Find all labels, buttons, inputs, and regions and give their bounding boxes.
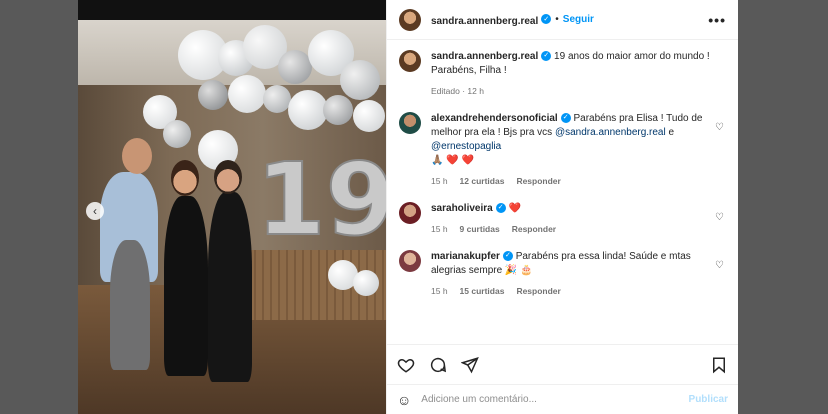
follow-button[interactable]: Seguir <box>563 14 594 25</box>
mention-link[interactable]: @ernestopaglia <box>431 141 501 152</box>
comment-item: marianakupfer ✓ Parabéns pra essa linda! … <box>399 250 726 298</box>
post-sidebar: sandra.annenberg.real ✓ • Seguir ••• sand… <box>386 0 738 414</box>
verified-icon: ✓ <box>541 51 552 62</box>
comment-username[interactable]: alexandrehendersonoficial <box>431 113 558 124</box>
verified-icon: ✓ <box>560 113 571 124</box>
post-header: sandra.annenberg.real ✓ • Seguir ••• <box>387 0 738 40</box>
balloon-number: 19 <box>255 141 386 258</box>
comments-list[interactable]: sandra.annenberg.real ✓ 19 anos do maior … <box>387 40 738 344</box>
avatar[interactable] <box>399 8 421 31</box>
caption: sandra.annenberg.real ✓ 19 anos do maior … <box>399 50 726 98</box>
comment-username[interactable]: saraholiveira <box>431 203 493 214</box>
comment-input[interactable]: Adicione um comentário... <box>421 394 678 405</box>
caption-username[interactable]: sandra.annenberg.real <box>431 51 538 62</box>
comment-time: 15 h <box>431 176 448 186</box>
mention-link[interactable]: @sandra.annenberg.real <box>555 127 666 138</box>
bookmark-icon[interactable] <box>710 356 728 374</box>
post-author-username[interactable]: sandra.annenberg.real <box>431 16 538 27</box>
comment-emojis: 🙏🏽 ❤️ ❤️ <box>431 155 474 166</box>
emoji-icon[interactable]: ☺ <box>397 392 411 408</box>
reply-button[interactable]: Responder <box>516 284 560 298</box>
reply-button[interactable]: Responder <box>512 222 556 236</box>
caption-edited: Editado · 12 h <box>431 86 484 96</box>
comment-username[interactable]: marianakupfer <box>431 251 500 262</box>
heart-icon[interactable]: ♡ <box>715 260 724 271</box>
more-options-icon[interactable]: ••• <box>708 12 726 28</box>
comment-time: 15 h <box>431 286 448 296</box>
comment-likes[interactable]: 15 curtidas <box>460 284 505 298</box>
add-comment-bar: ☺ Adicione um comentário... Publicar <box>387 384 738 414</box>
heart-icon[interactable]: ♡ <box>715 212 724 223</box>
avatar[interactable] <box>399 250 421 272</box>
avatar[interactable] <box>399 112 421 134</box>
post-photo: 19 ‹ <box>78 0 386 414</box>
comment-text: ❤️ <box>508 203 521 214</box>
comment-item: alexandrehendersonoficial ✓ Parabéns pra … <box>399 112 726 188</box>
heart-icon[interactable] <box>397 356 415 374</box>
chevron-left-icon[interactable]: ‹ <box>86 202 104 220</box>
post-modal: 19 ‹ sandra.annenberg.real ✓ • Seguir ••• <box>78 0 738 414</box>
avatar[interactable] <box>399 202 421 224</box>
comment-time: 15 h <box>431 224 448 234</box>
share-icon[interactable] <box>461 356 479 374</box>
reply-button[interactable]: Responder <box>516 174 560 188</box>
comment-item: saraholiveira ✓ ❤️ 15 h 9 curtidas Respon… <box>399 202 726 236</box>
verified-icon: ✓ <box>541 14 552 25</box>
separator-dot: • <box>555 14 559 25</box>
verified-icon: ✓ <box>502 251 513 262</box>
verified-icon: ✓ <box>495 203 506 214</box>
heart-icon[interactable]: ♡ <box>715 122 724 133</box>
publish-button[interactable]: Publicar <box>689 394 728 405</box>
comment-icon[interactable] <box>429 356 447 374</box>
comment-likes[interactable]: 9 curtidas <box>460 222 500 236</box>
post-actions <box>387 344 738 384</box>
comment-likes[interactable]: 12 curtidas <box>460 174 505 188</box>
avatar[interactable] <box>399 50 421 72</box>
